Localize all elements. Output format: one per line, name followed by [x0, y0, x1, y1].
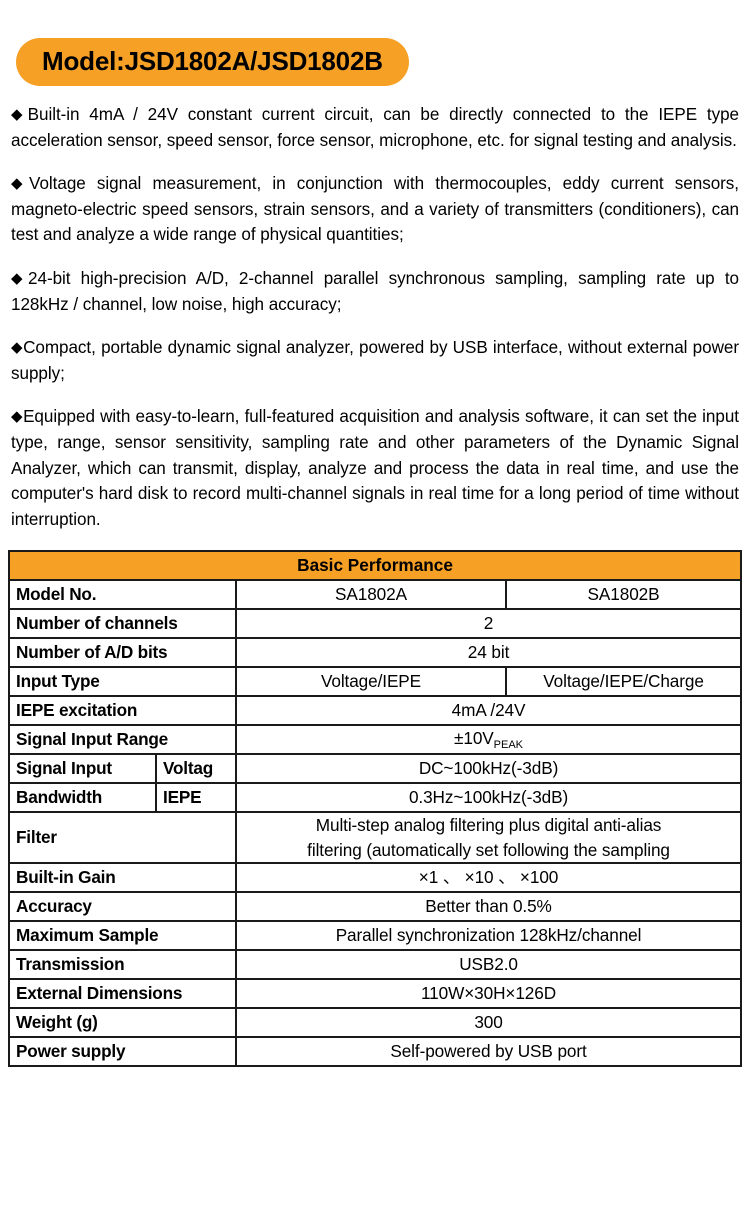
table-row: Number of channels 2	[8, 608, 743, 640]
row-value-bandwidth-voltage: DC~100kHz(-3dB)	[234, 753, 743, 785]
row-value-iepe-excitation: 4mA /24V	[234, 695, 743, 727]
diamond-bullet-icon: ◆	[11, 106, 28, 124]
diamond-bullet-icon: ◆	[11, 270, 29, 288]
row-label-filter: Filter	[8, 811, 237, 865]
range-value-main: ±10V	[454, 727, 494, 748]
feature-text: Built-in 4mA / 24V constant current circ…	[11, 105, 739, 150]
row-label-bandwidth-line1: Signal Input	[8, 753, 157, 785]
table-row: Accuracy Better than 0.5%	[8, 891, 743, 923]
row-value-max-sample: Parallel synchronization 128kHz/channel	[234, 920, 743, 952]
table-header-row: Basic Performance	[7, 550, 743, 582]
table-row: Model No. SA1802A SA1802B	[8, 579, 743, 611]
table-row: Built-in Gain ×1 、 ×10 、 ×100	[8, 862, 743, 894]
basic-performance-table: Basic Performance Model No. SA1802A SA18…	[7, 550, 743, 1068]
diamond-bullet-icon: ◆	[11, 408, 24, 426]
row-label-signal-input-range: Signal Input Range	[8, 724, 237, 756]
row-value-accuracy: Better than 0.5%	[234, 891, 743, 923]
row-value-channels: 2	[234, 608, 743, 640]
table-row: Power supply Self-powered by USB port	[8, 1036, 743, 1068]
row-value-ad-bits: 24 bit	[234, 637, 743, 669]
filter-value-line-2: filtering (automatically set following t…	[307, 839, 670, 860]
table-row: Weight (g) 300	[8, 1007, 743, 1039]
row-value-power: Self-powered by USB port	[234, 1036, 743, 1068]
row-value-dimensions: 110W×30H×126D	[234, 978, 743, 1010]
table-row: Number of A/D bits 24 bit	[8, 637, 743, 669]
row-label-iepe-excitation: IEPE excitation	[8, 695, 237, 727]
row-value-input-type-b: Voltage/IEPE/Charge	[504, 666, 743, 698]
title-badge-container: Model:JSD1802A/JSD1802B	[0, 0, 750, 87]
row-value-model-a: SA1802A	[235, 579, 507, 611]
table-row: Filter Multi-step analog filtering plus …	[8, 811, 743, 865]
diamond-bullet-icon: ◆	[11, 339, 24, 357]
row-value-filter: Multi-step analog filtering plus digital…	[234, 811, 743, 865]
spec-table-container: Basic Performance Model No. SA1802A SA18…	[0, 532, 750, 1068]
table-row: Bandwidth IEPE 0.3Hz~100kHz(-3dB)	[8, 782, 743, 814]
table-row: Signal Input Voltag DC~100kHz(-3dB)	[8, 753, 743, 785]
feature-text: Voltage signal measurement, in conjuncti…	[11, 174, 739, 245]
row-sublabel-voltage: Voltag	[155, 753, 237, 785]
table-row: Transmission USB2.0	[8, 949, 743, 981]
row-label-weight: Weight (g)	[8, 1007, 237, 1039]
table-header-title: Basic Performance	[7, 550, 743, 582]
row-label-input-type: Input Type	[8, 666, 237, 698]
row-label-bandwidth-line2: Bandwidth	[8, 782, 157, 814]
table-row: Maximum Sample Parallel synchronization …	[8, 920, 743, 952]
filter-value-line-1: Multi-step analog filtering plus digital…	[315, 815, 662, 836]
feature-text: Equipped with easy-to-learn, full-featur…	[11, 407, 739, 529]
row-value-signal-input-range: ±10VPEAK	[234, 724, 743, 756]
feature-item: ◆Voltage signal measurement, in conjunct…	[11, 171, 739, 248]
table-row: IEPE excitation 4mA /24V	[8, 695, 743, 727]
diamond-bullet-icon: ◆	[11, 175, 30, 193]
row-value-weight: 300	[234, 1007, 743, 1039]
range-value-subscript: PEAK	[493, 738, 524, 751]
row-value-transmission: USB2.0	[234, 949, 743, 981]
row-label-accuracy: Accuracy	[8, 891, 237, 923]
table-row: External Dimensions 110W×30H×126D	[8, 978, 743, 1010]
feature-item: ◆Built-in 4mA / 24V constant current cir…	[11, 102, 739, 153]
row-label-power: Power supply	[8, 1036, 237, 1068]
row-value-model-b: SA1802B	[504, 579, 743, 611]
row-value-gain: ×1 、 ×10 、 ×100	[234, 862, 743, 894]
feature-item: ◆Equipped with easy-to-learn, full-featu…	[11, 404, 739, 532]
feature-item: ◆24-bit high-precision A/D, 2-channel pa…	[11, 266, 739, 317]
feature-list: ◆Built-in 4mA / 24V constant current cir…	[0, 86, 750, 532]
feature-text: 24-bit high-precision A/D, 2-channel par…	[11, 269, 739, 314]
model-title-badge: Model:JSD1802A/JSD1802B	[16, 38, 409, 87]
row-value-bandwidth-iepe: 0.3Hz~100kHz(-3dB)	[234, 782, 743, 814]
row-value-input-type-a: Voltage/IEPE	[235, 666, 507, 698]
feature-text: Compact, portable dynamic signal analyze…	[11, 338, 739, 383]
table-row: Signal Input Range ±10VPEAK	[8, 724, 743, 756]
row-label-max-sample: Maximum Sample	[8, 920, 237, 952]
table-row: Input Type Voltage/IEPE Voltage/IEPE/Cha…	[8, 666, 743, 698]
row-label-ad-bits: Number of A/D bits	[8, 637, 237, 669]
row-label-dimensions: External Dimensions	[8, 978, 237, 1010]
row-label-model-no: Model No.	[8, 579, 237, 611]
row-label-gain: Built-in Gain	[8, 862, 237, 894]
row-sublabel-iepe: IEPE	[155, 782, 237, 814]
feature-item: ◆Compact, portable dynamic signal analyz…	[11, 335, 739, 386]
row-label-channels: Number of channels	[8, 608, 237, 640]
row-label-transmission: Transmission	[8, 949, 237, 981]
